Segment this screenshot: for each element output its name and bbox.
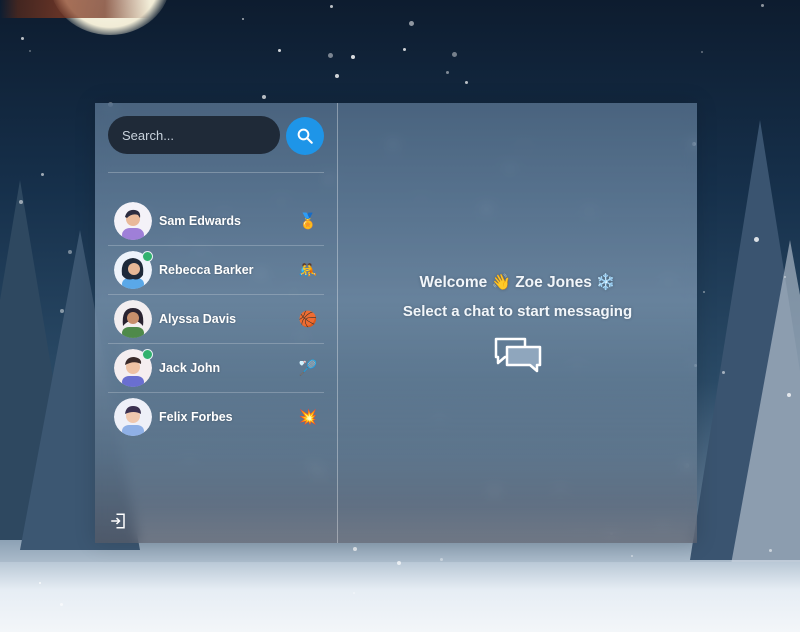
snowflake — [330, 5, 333, 8]
snowflake — [39, 582, 41, 584]
sleigh-silhouette — [0, 0, 150, 18]
snowflake — [21, 37, 24, 40]
welcome-message: Welcome 👋 Zoe Jones ❄️ — [419, 274, 616, 291]
user-name: Sam Edwards — [159, 214, 241, 228]
user-name: Alyssa Davis — [159, 312, 237, 326]
snowflake — [409, 21, 414, 26]
user-name: Jack John — [159, 361, 221, 375]
snowflake — [242, 18, 244, 20]
logout-icon[interactable] — [109, 512, 127, 530]
snowflake — [722, 371, 725, 374]
snowflake — [701, 51, 703, 53]
snowflake — [68, 250, 72, 254]
snowflake — [60, 603, 63, 606]
snowflake — [631, 555, 633, 557]
medal-icon: 🏅 — [298, 213, 318, 230]
snowflake — [403, 48, 406, 51]
user-name: Rebecca Barker — [159, 263, 254, 277]
user-list-item[interactable]: Alyssa Davis 🏀 — [108, 295, 324, 344]
basketball-icon: 🏀 — [298, 311, 318, 328]
snowflake — [262, 95, 266, 99]
snowflake — [769, 549, 772, 552]
user-list-item[interactable]: Jack John 🏸 — [108, 344, 324, 393]
snowflake — [397, 561, 401, 565]
search-input[interactable] — [108, 116, 280, 154]
avatar — [114, 202, 152, 240]
badminton-icon: 🏸 — [298, 360, 318, 377]
chat-app-panel: Sam Edwards 🏅 Rebecca Barker 🤼 Alyssa Da… — [95, 103, 697, 543]
snowflake — [353, 592, 355, 594]
divider — [108, 172, 324, 173]
avatar — [114, 300, 152, 338]
snowflake — [465, 81, 468, 84]
search-button[interactable] — [286, 117, 324, 155]
snowflake — [351, 55, 355, 59]
online-indicator — [142, 349, 153, 360]
snowflake — [440, 558, 443, 561]
select-chat-prompt: Select a chat to start messaging — [402, 303, 633, 320]
search-icon — [297, 128, 313, 144]
user-list-item[interactable]: Felix Forbes 💥 — [108, 393, 324, 441]
snowflake — [60, 309, 64, 313]
snowflake — [452, 52, 457, 57]
snowflake — [278, 49, 281, 52]
snowflake — [29, 50, 31, 52]
snowflake — [703, 291, 705, 293]
snowflake — [787, 393, 791, 397]
user-name: Felix Forbes — [159, 410, 233, 424]
snowflake — [353, 547, 357, 551]
sidebar: Sam Edwards 🏅 Rebecca Barker 🤼 Alyssa Da… — [95, 103, 338, 543]
snowflake — [761, 4, 764, 7]
snow-ground — [0, 562, 800, 632]
pine-tree — [730, 240, 800, 570]
snowflake — [335, 74, 339, 78]
snowflake — [19, 200, 23, 204]
snowflake — [328, 53, 333, 58]
user-list-item[interactable]: Rebecca Barker 🤼 — [108, 246, 324, 295]
snowflake — [41, 173, 44, 176]
user-list-item[interactable]: Sam Edwards 🏅 — [108, 197, 324, 246]
sparkle-star-icon: 💥 — [298, 409, 318, 426]
snowflake — [754, 237, 759, 242]
wrestling-icon: 🤼 — [298, 262, 318, 279]
avatar — [114, 349, 153, 387]
snowflake — [446, 71, 449, 74]
chat-area: Welcome 👋 Zoe Jones ❄️ Select a chat to … — [338, 103, 697, 543]
chat-bubbles-icon — [494, 337, 542, 373]
online-indicator — [142, 251, 153, 262]
avatar — [114, 251, 153, 289]
snowflake — [784, 276, 786, 278]
avatar — [114, 398, 152, 436]
user-list: Sam Edwards 🏅 Rebecca Barker 🤼 Alyssa Da… — [108, 197, 324, 441]
